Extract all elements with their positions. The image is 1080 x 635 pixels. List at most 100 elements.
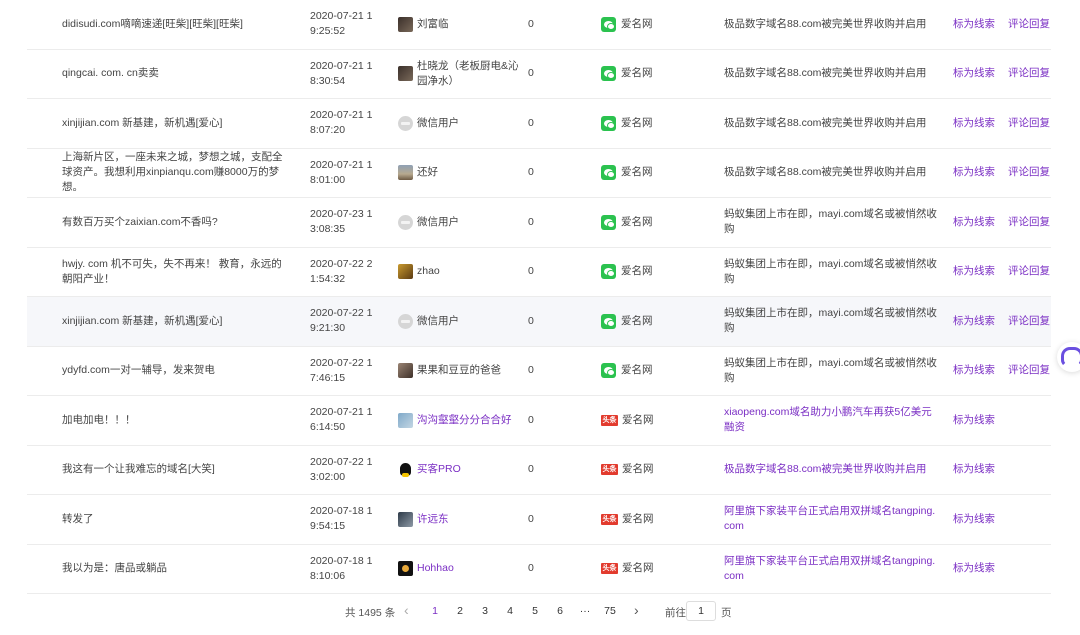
like-count: 0 xyxy=(528,166,534,179)
avatar xyxy=(398,165,413,181)
user-name: 微信用户 xyxy=(417,314,459,327)
mark-lead-button[interactable]: 标为线索 xyxy=(953,363,995,378)
article-title[interactable]: xiaopeng.com域名助力小鹏汽车再获5亿美元融资 xyxy=(724,396,940,445)
article-title[interactable]: 极品数字域名88.com被完美世界收购并启用 xyxy=(724,446,940,495)
source-cell: 头条 爱名网 xyxy=(601,396,681,445)
prev-page-icon[interactable]: ‹ xyxy=(404,602,409,618)
reply-comment-button[interactable]: 评论回复 xyxy=(1008,66,1050,81)
row-actions: 标为线索 xyxy=(953,495,1053,544)
avatar xyxy=(398,313,413,329)
article-title: 蚂蚁集团上市在即，mayi.com域名或被悄然收购 xyxy=(724,257,937,285)
reply-comment-button[interactable]: 评论回复 xyxy=(1008,314,1050,329)
source-name: 爱名网 xyxy=(621,364,653,377)
goto-label: 前往 xyxy=(665,607,686,619)
reply-comment-button[interactable]: 评论回复 xyxy=(1008,215,1050,230)
source-cell: 头条 爱名网 xyxy=(601,446,681,495)
like-count: 0 xyxy=(528,215,534,228)
page-5[interactable]: 5 xyxy=(525,605,545,617)
page-75[interactable]: 75 xyxy=(600,605,620,617)
row-actions: 标为线索 评论回复 xyxy=(953,198,1053,247)
customer-service-button[interactable] xyxy=(1057,342,1080,372)
row-actions: 标为线索 评论回复 xyxy=(953,50,1053,99)
goto-suffix: 页 xyxy=(721,607,732,619)
user-cell: zhao xyxy=(398,248,523,297)
next-page-icon[interactable]: › xyxy=(634,602,639,618)
comment-time: 2020-07-21 19:25:52 xyxy=(310,10,373,38)
reply-comment-button[interactable]: 评论回复 xyxy=(1008,165,1050,180)
source-name: 爱名网 xyxy=(621,314,653,327)
comment-text: 我这有一个让我难忘的域名[大笑] xyxy=(62,463,215,476)
article-title: 蚂蚁集团上市在即，mayi.com域名或被悄然收购 xyxy=(724,356,937,384)
mark-lead-button[interactable]: 标为线索 xyxy=(953,413,995,428)
mark-lead-button[interactable]: 标为线索 xyxy=(953,264,995,279)
mark-lead-button[interactable]: 标为线索 xyxy=(953,165,995,180)
article-title: 蚂蚁集团上市在即，mayi.com域名或被悄然收购 xyxy=(724,208,937,236)
wechat-icon xyxy=(601,313,616,329)
user-name[interactable]: Hohhao xyxy=(417,561,454,576)
page-3[interactable]: 3 xyxy=(475,605,495,617)
mark-lead-button[interactable]: 标为线索 xyxy=(953,314,995,329)
user-cell: 微信用户 xyxy=(398,99,523,148)
goto-page-input[interactable] xyxy=(686,601,716,621)
user-name: 微信用户 xyxy=(417,215,459,228)
reply-comment-button[interactable]: 评论回复 xyxy=(1008,264,1050,279)
avatar xyxy=(398,561,413,577)
source-cell: 头条 爱名网 xyxy=(601,495,681,544)
user-name[interactable]: 沟沟壑壑分分合合好 xyxy=(417,413,512,428)
user-cell[interactable]: 沟沟壑壑分分合合好 xyxy=(398,396,523,445)
row-actions: 标为线索 xyxy=(953,396,1053,445)
page-4[interactable]: 4 xyxy=(500,605,520,617)
mark-lead-button[interactable]: 标为线索 xyxy=(953,17,995,32)
user-cell[interactable]: Hohhao xyxy=(398,545,523,594)
like-count: 0 xyxy=(528,314,534,327)
comment-text: hwjy. com 机不可失，失不再来！ 教育，永远的朝阳产业！ xyxy=(62,257,282,285)
comment-text: 加电加电！！！ xyxy=(62,413,136,426)
mark-lead-button[interactable]: 标为线索 xyxy=(953,66,995,81)
pagination-total: 共 1495 条 xyxy=(345,607,396,619)
comment-text: 我以为是：唐品或躺品 xyxy=(62,562,167,575)
user-name[interactable]: 许远东 xyxy=(417,512,449,527)
table-row: hwjy. com 机不可失，失不再来！ 教育，永远的朝阳产业！ 2020-07-… xyxy=(27,248,1051,297)
mark-lead-button[interactable]: 标为线索 xyxy=(953,561,995,576)
mark-lead-button[interactable]: 标为线索 xyxy=(953,215,995,230)
page-2[interactable]: 2 xyxy=(450,605,470,617)
table-row: xinjijian.com 新基建，新机遇[爱心] 2020-07-22 19:2… xyxy=(27,297,1051,347)
user-name[interactable]: 买客PRO xyxy=(417,462,461,477)
comment-time: 2020-07-21 18:30:54 xyxy=(310,59,373,87)
wechat-icon xyxy=(601,66,616,82)
comment-time: 2020-07-18 18:10:06 xyxy=(310,554,373,582)
row-actions: 标为线索 评论回复 xyxy=(953,99,1053,148)
user-cell[interactable]: 许远东 xyxy=(398,495,523,544)
user-cell[interactable]: 买客PRO xyxy=(398,446,523,495)
page-6[interactable]: 6 xyxy=(550,605,570,617)
source-name: 爱名网 xyxy=(621,116,653,129)
avatar xyxy=(398,214,413,230)
mark-lead-button[interactable]: 标为线索 xyxy=(953,462,995,477)
wechat-icon xyxy=(601,214,616,230)
page-more[interactable]: ··· xyxy=(575,605,595,617)
source-name: 爱名网 xyxy=(622,413,654,426)
source-cell: 爱名网 xyxy=(601,198,681,247)
like-count: 0 xyxy=(528,17,534,30)
source-cell: 爱名网 xyxy=(601,297,681,346)
comment-text: qingcai. com. cn卖卖 xyxy=(62,67,159,80)
source-name: 爱名网 xyxy=(621,17,653,30)
comment-text: xinjijian.com 新基建，新机遇[爱心] xyxy=(62,116,223,129)
mark-lead-button[interactable]: 标为线索 xyxy=(953,116,995,131)
table-row: qingcai. com. cn卖卖 2020-07-21 18:30:54 杜晓龙… xyxy=(27,50,1053,99)
mark-lead-button[interactable]: 标为线索 xyxy=(953,512,995,527)
reply-comment-button[interactable]: 评论回复 xyxy=(1008,17,1050,32)
comment-time: 2020-07-22 21:54:32 xyxy=(310,257,373,285)
page-1[interactable]: 1 xyxy=(425,605,445,617)
reply-comment-button[interactable]: 评论回复 xyxy=(1008,363,1050,378)
article-title[interactable]: 阿里旗下家装平台正式启用双拼域名tangping.com xyxy=(724,545,940,594)
reply-comment-button[interactable]: 评论回复 xyxy=(1008,116,1050,131)
wechat-icon xyxy=(601,115,616,131)
headset-icon xyxy=(1061,347,1080,367)
source-cell: 爱名网 xyxy=(601,50,681,99)
source-name: 爱名网 xyxy=(621,265,653,278)
like-count: 0 xyxy=(528,463,534,476)
article-title[interactable]: 阿里旗下家装平台正式启用双拼域名tangping.com xyxy=(724,495,940,544)
article-title: 极品数字域名88.com被完美世界收购并启用 xyxy=(724,17,927,30)
user-name: 还好 xyxy=(417,166,438,179)
